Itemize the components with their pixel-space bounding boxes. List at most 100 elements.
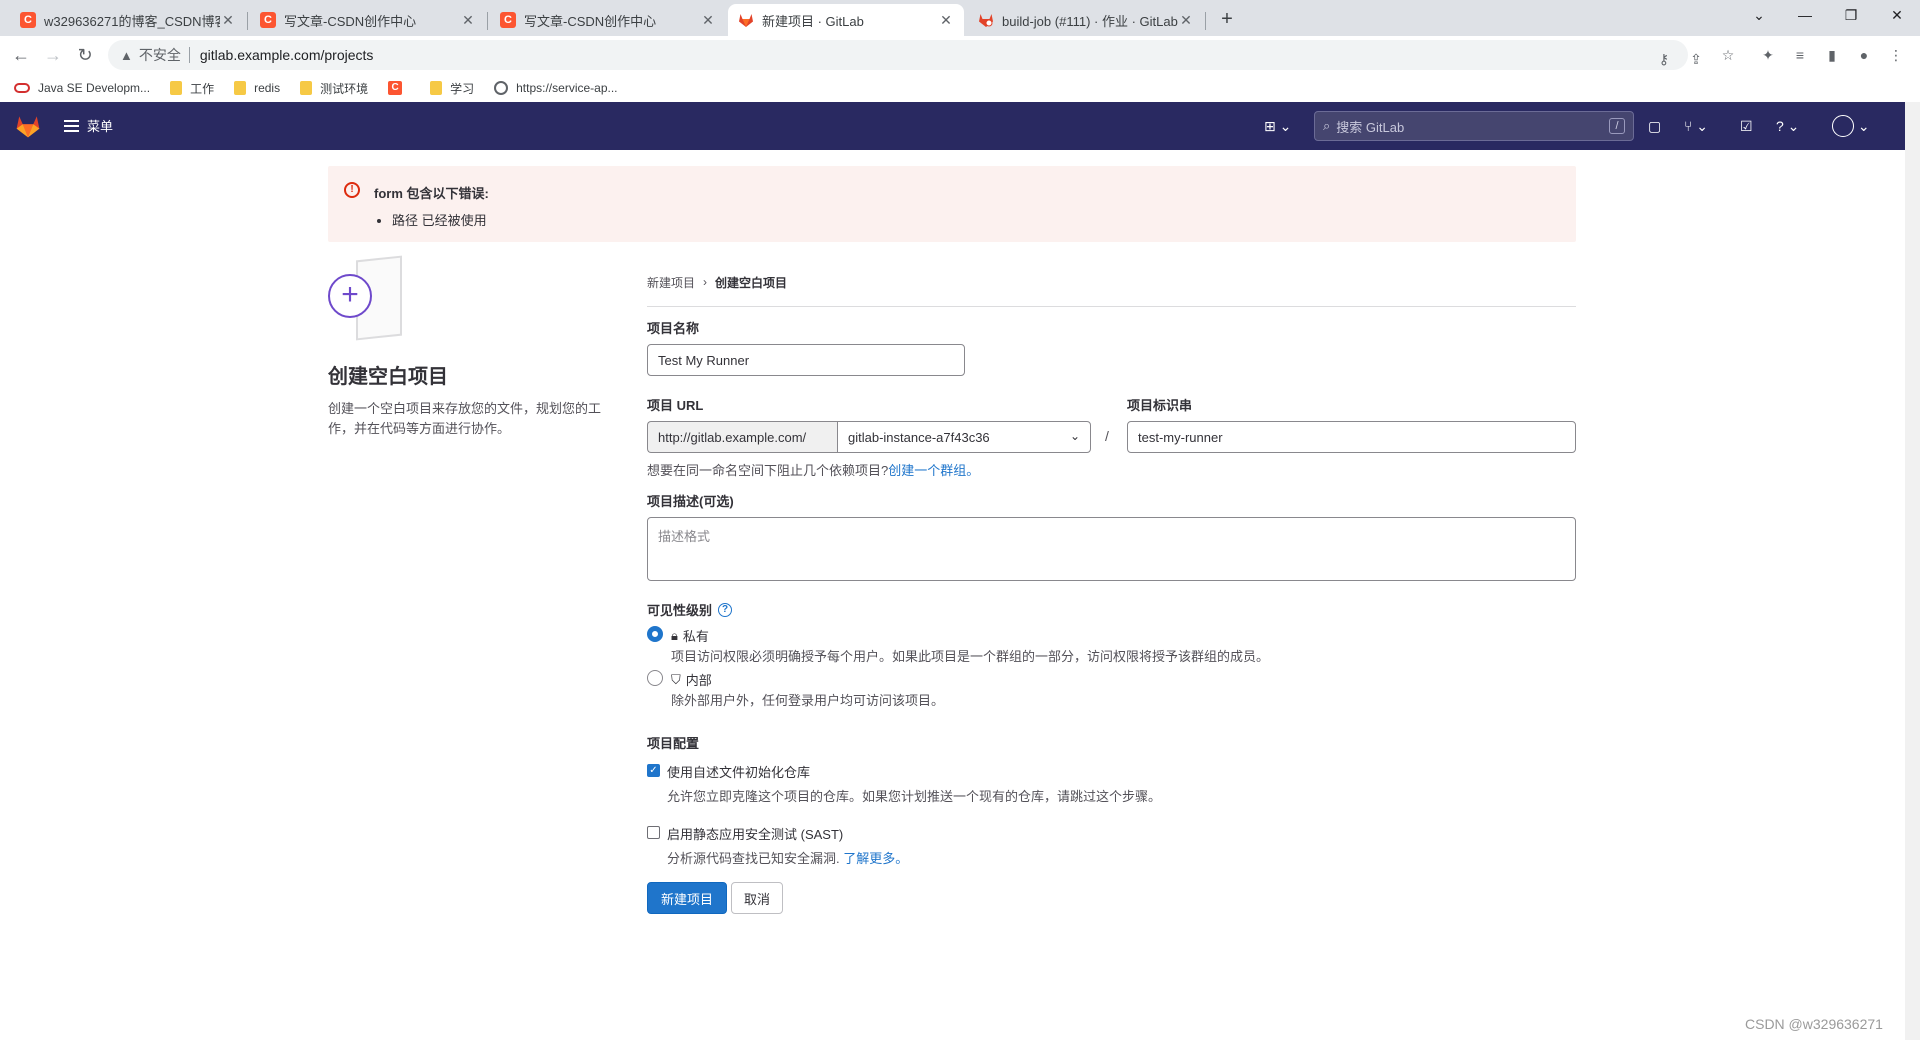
todos-icon[interactable]: ☑ <box>1740 116 1753 136</box>
namespace-value: gitlab-instance-a7f43c36 <box>848 429 990 445</box>
bookmark-item[interactable]: https://service-ap... <box>494 81 618 95</box>
close-tab-icon[interactable]: ✕ <box>700 12 716 29</box>
learn-more-link[interactable]: 了解更多。 <box>843 851 908 866</box>
project-url-group: http://gitlab.example.com/ gitlab-instan… <box>647 421 1091 453</box>
visibility-private-desc: 项目访问权限必须明确授予每个用户。如果此项目是一个群组的一部分，访问权限将授予该… <box>671 649 1270 664</box>
close-tab-icon[interactable]: ✕ <box>220 12 236 29</box>
slug-label: 项目标识串 <box>1127 398 1193 413</box>
gitlab-search-input[interactable]: ⌕ 搜索 GitLab / <box>1314 111 1634 141</box>
create-project-button[interactable]: 新建项目 <box>647 882 727 914</box>
project-slug-input[interactable]: test-my-runner <box>1127 421 1576 453</box>
close-window-icon[interactable]: ✕ <box>1874 0 1920 30</box>
main-menu-button[interactable]: 菜单 <box>64 116 113 135</box>
restore-icon[interactable]: ❐ <box>1828 0 1874 30</box>
new-item-dropdown-icon[interactable]: ⊞ ⌄ <box>1264 116 1291 136</box>
visibility-internal-label-row: ⛉ 内部 <box>671 670 712 689</box>
visibility-internal-radio[interactable] <box>647 670 663 686</box>
namespace-select[interactable]: gitlab-instance-a7f43c36 ⌄ <box>837 421 1091 453</box>
browser-tab[interactable]: build-job (#111) · 作业 · GitLab ✕ <box>968 4 1204 36</box>
folder-icon <box>300 81 313 95</box>
folder-icon <box>234 81 247 95</box>
bookmark-folder[interactable]: 学习 <box>430 80 474 97</box>
description-textarea[interactable]: 描述格式 <box>647 517 1576 581</box>
config-label: 项目配置 <box>647 736 700 751</box>
bookmark-label: Java SE Developm... <box>38 81 151 95</box>
project-name-input[interactable]: Test My Runner <box>647 344 965 376</box>
slug-value: test-my-runner <box>1138 429 1223 445</box>
bookmark-label: 学习 <box>450 81 475 96</box>
bookmark-folder[interactable]: 测试环境 <box>300 80 368 97</box>
browser-tab-active[interactable]: 新建项目 · GitLab ✕ <box>728 4 964 36</box>
extensions-icon[interactable]: ✦ <box>1758 45 1778 65</box>
issues-icon[interactable]: ▢ <box>1648 116 1661 136</box>
back-icon[interactable]: ← <box>10 44 32 66</box>
visibility-private-label-row: 🔒︎ 私有 <box>671 626 709 645</box>
security-status: 不安全 <box>138 47 181 63</box>
close-tab-icon[interactable]: ✕ <box>938 12 954 29</box>
description-label: 项目描述(可选) <box>647 494 734 509</box>
browser-tab[interactable]: C 写文章-CSDN创作中心 ✕ <box>250 4 486 36</box>
bookmark-folder[interactable]: redis <box>234 81 280 95</box>
browser-tab[interactable]: C 写文章-CSDN创作中心 ✕ <box>490 4 726 36</box>
reading-list-icon[interactable]: ≡ <box>1790 45 1810 65</box>
sast-desc: 分析源代码查找已知安全漏洞. <box>667 851 840 866</box>
alert-title: form 包含以下错误: <box>374 186 489 201</box>
bookmark-item[interactable]: Java SE Developm... <box>14 81 150 95</box>
error-icon: ! <box>344 182 360 198</box>
key-icon[interactable]: ⚷ <box>1654 49 1674 69</box>
bookmark-label: redis <box>254 81 281 95</box>
gitlab-tab-icon <box>738 12 754 28</box>
reload-icon[interactable]: ↻ <box>74 44 96 66</box>
search-placeholder: 搜索 GitLab <box>1336 119 1405 135</box>
csdn-icon: C <box>20 12 36 28</box>
visibility-private-radio[interactable] <box>647 626 663 642</box>
bookmark-star-icon[interactable]: ☆ <box>1718 45 1738 65</box>
minimize-icon[interactable]: — <box>1782 0 1828 30</box>
tab-title: w329636271的博客_CSDN博客 <box>44 13 220 29</box>
project-url-label: 项目 URL <box>647 398 704 413</box>
share-icon[interactable]: ⇪ <box>1686 49 1706 69</box>
merge-requests-icon[interactable]: ⑂ ⌄ <box>1684 116 1708 136</box>
csdn-icon: C <box>260 12 276 28</box>
browser-tab[interactable]: C w329636271的博客_CSDN博客 ✕ <box>10 4 246 36</box>
tab-separator <box>1205 12 1206 30</box>
forward-icon[interactable]: → <box>42 44 64 66</box>
left-panel: + 创建空白项目 创建一个空白项目来存放您的文件，规划您的工作，并在代码等方面进… <box>328 255 618 439</box>
search-icon: ⌕ <box>1323 118 1331 133</box>
chevron-down-icon: ⌄ <box>1069 429 1080 443</box>
bookmark-item[interactable]: C <box>388 81 410 95</box>
question-circle-icon[interactable]: ? <box>718 602 733 617</box>
side-panel-icon[interactable]: ▮ <box>1822 45 1842 65</box>
sast-checkbox[interactable] <box>647 826 660 839</box>
address-bar[interactable]: ▲ 不安全 gitlab.example.com/projects ⚷ ⇪ <box>108 40 1702 70</box>
bookmark-label: 工作 <box>190 81 215 96</box>
tab-search-icon[interactable]: ⌄ <box>1736 0 1782 30</box>
close-tab-icon[interactable]: ✕ <box>1178 12 1194 29</box>
page-scrollbar[interactable] <box>1905 102 1920 1040</box>
form-error-alert: ! form 包含以下错误: 路径 已经被使用 <box>328 166 1576 242</box>
bookmark-folder[interactable]: 工作 <box>170 80 214 97</box>
create-group-link[interactable]: 创建一个群组。 <box>888 463 979 478</box>
sast-label: 启用静态应用安全测试 (SAST) <box>667 827 844 842</box>
avatar <box>1832 115 1854 137</box>
gitlab-logo-icon[interactable] <box>14 112 42 140</box>
cancel-button[interactable]: 取消 <box>731 882 783 914</box>
address-toolbar: ← → ↻ ▲ 不安全 gitlab.example.com/projects … <box>0 36 1920 74</box>
sast-desc-row: 分析源代码查找已知安全漏洞. 了解更多。 <box>667 848 908 867</box>
breadcrumb-parent-link[interactable]: 新建项目 <box>647 274 695 291</box>
user-avatar-dropdown[interactable]: ⌄ <box>1832 115 1870 137</box>
folder-icon <box>170 81 183 95</box>
url-slash: / <box>1105 428 1109 444</box>
help-icon[interactable]: ? ⌄ <box>1776 116 1799 136</box>
error-list: 路径 已经被使用 <box>374 210 1560 229</box>
readme-checkbox[interactable]: ✓ <box>647 764 660 777</box>
project-name-label: 项目名称 <box>647 321 700 336</box>
profile-icon[interactable]: ● <box>1854 45 1874 65</box>
panel-title: 创建空白项目 <box>328 366 448 388</box>
browser-menu-icon[interactable]: ⋮ <box>1886 45 1906 65</box>
tab-separator <box>487 12 488 30</box>
new-tab-icon[interactable]: + <box>1214 6 1240 32</box>
divider <box>647 306 1576 307</box>
readme-desc: 允许您立即克隆这个项目的仓库。如果您计划推送一个现有的仓库，请跳过这个步骤。 <box>667 789 1162 804</box>
close-tab-icon[interactable]: ✕ <box>460 12 476 29</box>
